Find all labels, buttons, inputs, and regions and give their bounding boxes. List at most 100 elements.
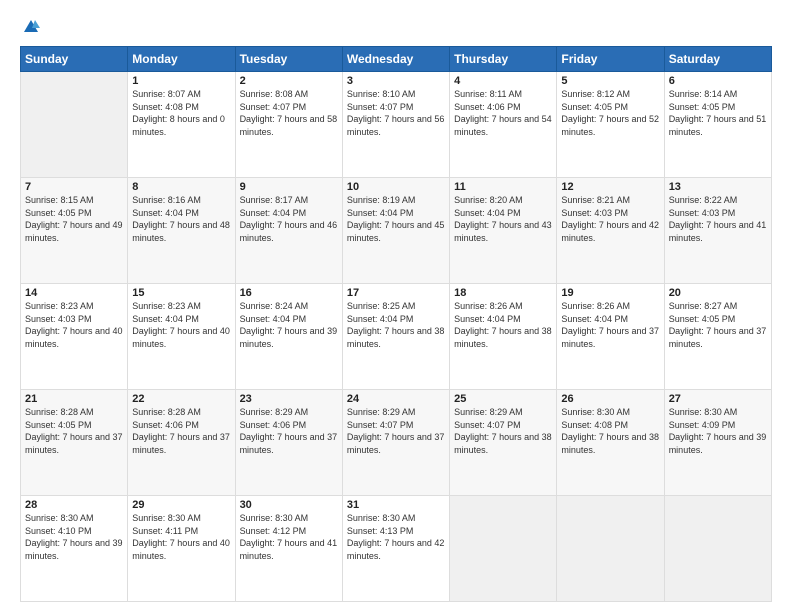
daylight-label: Daylight: 7 hours and 40 minutes.: [132, 538, 230, 561]
calendar-cell: 16 Sunrise: 8:24 AM Sunset: 4:04 PM Dayl…: [235, 284, 342, 390]
day-number: 7: [25, 181, 123, 193]
calendar-cell: 15 Sunrise: 8:23 AM Sunset: 4:04 PM Dayl…: [128, 284, 235, 390]
calendar-cell: [450, 496, 557, 602]
calendar-cell: 3 Sunrise: 8:10 AM Sunset: 4:07 PM Dayli…: [342, 72, 449, 178]
day-info: Sunrise: 8:21 AM Sunset: 4:03 PM Dayligh…: [561, 194, 659, 244]
sunset-label: Sunset: 4:09 PM: [669, 420, 736, 430]
sunset-label: Sunset: 4:05 PM: [669, 102, 736, 112]
day-number: 31: [347, 499, 445, 511]
calendar-header-row: SundayMondayTuesdayWednesdayThursdayFrid…: [21, 47, 772, 72]
daylight-label: Daylight: 7 hours and 37 minutes.: [240, 432, 338, 455]
day-number: 8: [132, 181, 230, 193]
day-info: Sunrise: 8:30 AM Sunset: 4:11 PM Dayligh…: [132, 512, 230, 562]
daylight-label: Daylight: 7 hours and 39 minutes.: [25, 538, 123, 561]
day-info: Sunrise: 8:30 AM Sunset: 4:12 PM Dayligh…: [240, 512, 338, 562]
calendar-cell: 14 Sunrise: 8:23 AM Sunset: 4:03 PM Dayl…: [21, 284, 128, 390]
daylight-label: Daylight: 7 hours and 38 minutes.: [347, 326, 445, 349]
day-info: Sunrise: 8:08 AM Sunset: 4:07 PM Dayligh…: [240, 88, 338, 138]
sunrise-label: Sunrise: 8:24 AM: [240, 301, 309, 311]
sunset-label: Sunset: 4:04 PM: [240, 208, 307, 218]
sunset-label: Sunset: 4:04 PM: [347, 208, 414, 218]
daylight-label: Daylight: 7 hours and 43 minutes.: [454, 220, 552, 243]
daylight-label: Daylight: 7 hours and 42 minutes.: [347, 538, 445, 561]
sunrise-label: Sunrise: 8:10 AM: [347, 89, 416, 99]
calendar-week-3: 14 Sunrise: 8:23 AM Sunset: 4:03 PM Dayl…: [21, 284, 772, 390]
calendar-cell: 26 Sunrise: 8:30 AM Sunset: 4:08 PM Dayl…: [557, 390, 664, 496]
day-number: 30: [240, 499, 338, 511]
day-info: Sunrise: 8:26 AM Sunset: 4:04 PM Dayligh…: [454, 300, 552, 350]
calendar-cell: 19 Sunrise: 8:26 AM Sunset: 4:04 PM Dayl…: [557, 284, 664, 390]
calendar-cell: 29 Sunrise: 8:30 AM Sunset: 4:11 PM Dayl…: [128, 496, 235, 602]
calendar-cell: 30 Sunrise: 8:30 AM Sunset: 4:12 PM Dayl…: [235, 496, 342, 602]
calendar-header-friday: Friday: [557, 47, 664, 72]
day-info: Sunrise: 8:26 AM Sunset: 4:04 PM Dayligh…: [561, 300, 659, 350]
sunrise-label: Sunrise: 8:28 AM: [132, 407, 201, 417]
sunset-label: Sunset: 4:03 PM: [561, 208, 628, 218]
daylight-label: Daylight: 7 hours and 38 minutes.: [454, 432, 552, 455]
calendar-cell: 8 Sunrise: 8:16 AM Sunset: 4:04 PM Dayli…: [128, 178, 235, 284]
day-number: 23: [240, 393, 338, 405]
calendar-cell: 9 Sunrise: 8:17 AM Sunset: 4:04 PM Dayli…: [235, 178, 342, 284]
logo-icon: [22, 18, 40, 36]
sunset-label: Sunset: 4:10 PM: [25, 526, 92, 536]
daylight-label: Daylight: 7 hours and 52 minutes.: [561, 114, 659, 137]
sunrise-label: Sunrise: 8:29 AM: [347, 407, 416, 417]
sunrise-label: Sunrise: 8:19 AM: [347, 195, 416, 205]
day-info: Sunrise: 8:12 AM Sunset: 4:05 PM Dayligh…: [561, 88, 659, 138]
day-number: 17: [347, 287, 445, 299]
sunrise-label: Sunrise: 8:29 AM: [454, 407, 523, 417]
day-number: 28: [25, 499, 123, 511]
sunrise-label: Sunrise: 8:30 AM: [132, 513, 201, 523]
day-number: 22: [132, 393, 230, 405]
sunset-label: Sunset: 4:07 PM: [454, 420, 521, 430]
sunrise-label: Sunrise: 8:23 AM: [25, 301, 94, 311]
daylight-label: Daylight: 7 hours and 58 minutes.: [240, 114, 338, 137]
day-number: 5: [561, 75, 659, 87]
daylight-label: Daylight: 7 hours and 39 minutes.: [240, 326, 338, 349]
calendar-week-2: 7 Sunrise: 8:15 AM Sunset: 4:05 PM Dayli…: [21, 178, 772, 284]
sunset-label: Sunset: 4:05 PM: [561, 102, 628, 112]
calendar-cell: 10 Sunrise: 8:19 AM Sunset: 4:04 PM Dayl…: [342, 178, 449, 284]
day-info: Sunrise: 8:16 AM Sunset: 4:04 PM Dayligh…: [132, 194, 230, 244]
sunset-label: Sunset: 4:03 PM: [669, 208, 736, 218]
day-info: Sunrise: 8:27 AM Sunset: 4:05 PM Dayligh…: [669, 300, 767, 350]
day-number: 19: [561, 287, 659, 299]
calendar-cell: 31 Sunrise: 8:30 AM Sunset: 4:13 PM Dayl…: [342, 496, 449, 602]
calendar-cell: 2 Sunrise: 8:08 AM Sunset: 4:07 PM Dayli…: [235, 72, 342, 178]
daylight-label: Daylight: 7 hours and 37 minutes.: [669, 326, 767, 349]
day-info: Sunrise: 8:07 AM Sunset: 4:08 PM Dayligh…: [132, 88, 230, 138]
calendar-cell: 5 Sunrise: 8:12 AM Sunset: 4:05 PM Dayli…: [557, 72, 664, 178]
sunrise-label: Sunrise: 8:28 AM: [25, 407, 94, 417]
calendar-cell: [557, 496, 664, 602]
day-info: Sunrise: 8:30 AM Sunset: 4:08 PM Dayligh…: [561, 406, 659, 456]
calendar-cell: 20 Sunrise: 8:27 AM Sunset: 4:05 PM Dayl…: [664, 284, 771, 390]
day-number: 27: [669, 393, 767, 405]
sunset-label: Sunset: 4:11 PM: [132, 526, 198, 536]
day-number: 25: [454, 393, 552, 405]
daylight-label: Daylight: 7 hours and 37 minutes.: [25, 432, 123, 455]
daylight-label: Daylight: 7 hours and 37 minutes.: [561, 326, 659, 349]
day-info: Sunrise: 8:10 AM Sunset: 4:07 PM Dayligh…: [347, 88, 445, 138]
calendar-cell: 21 Sunrise: 8:28 AM Sunset: 4:05 PM Dayl…: [21, 390, 128, 496]
sunset-label: Sunset: 4:07 PM: [240, 102, 307, 112]
day-info: Sunrise: 8:25 AM Sunset: 4:04 PM Dayligh…: [347, 300, 445, 350]
calendar-header-tuesday: Tuesday: [235, 47, 342, 72]
calendar-cell: 28 Sunrise: 8:30 AM Sunset: 4:10 PM Dayl…: [21, 496, 128, 602]
day-info: Sunrise: 8:23 AM Sunset: 4:04 PM Dayligh…: [132, 300, 230, 350]
day-info: Sunrise: 8:30 AM Sunset: 4:13 PM Dayligh…: [347, 512, 445, 562]
day-info: Sunrise: 8:23 AM Sunset: 4:03 PM Dayligh…: [25, 300, 123, 350]
daylight-label: Daylight: 7 hours and 37 minutes.: [132, 432, 230, 455]
sunrise-label: Sunrise: 8:15 AM: [25, 195, 94, 205]
sunset-label: Sunset: 4:08 PM: [561, 420, 628, 430]
calendar-cell: 22 Sunrise: 8:28 AM Sunset: 4:06 PM Dayl…: [128, 390, 235, 496]
day-number: 20: [669, 287, 767, 299]
sunrise-label: Sunrise: 8:21 AM: [561, 195, 630, 205]
day-info: Sunrise: 8:29 AM Sunset: 4:07 PM Dayligh…: [454, 406, 552, 456]
sunrise-label: Sunrise: 8:12 AM: [561, 89, 630, 99]
logo: [20, 18, 40, 36]
daylight-label: Daylight: 7 hours and 38 minutes.: [454, 326, 552, 349]
sunrise-label: Sunrise: 8:30 AM: [669, 407, 738, 417]
sunrise-label: Sunrise: 8:14 AM: [669, 89, 738, 99]
sunset-label: Sunset: 4:03 PM: [25, 314, 92, 324]
sunset-label: Sunset: 4:07 PM: [347, 102, 414, 112]
